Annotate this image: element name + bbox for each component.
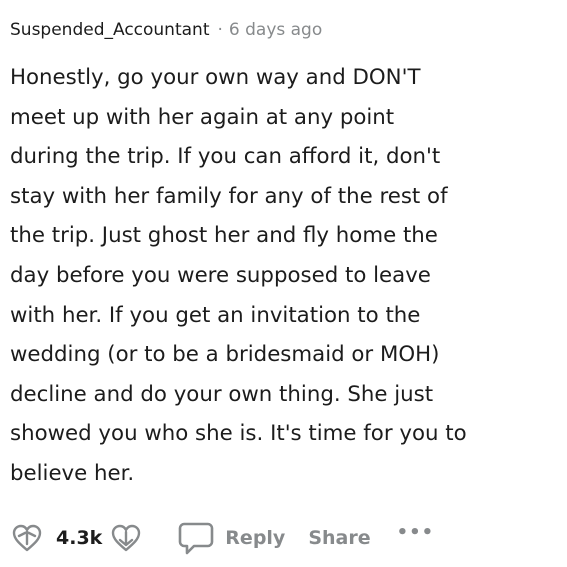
comment-text-line: with her. If you get an invitation to th… bbox=[10, 302, 421, 328]
comment-text-line: wedding (or to be a bridesmaid or MOH) bbox=[10, 342, 440, 368]
comment: Suspended_Accountant · 6 days ago Honest… bbox=[0, 0, 567, 567]
upvote-icon[interactable] bbox=[10, 523, 44, 553]
comment-body: Honestly, go your own way and DON'T meet… bbox=[10, 58, 550, 494]
downvote-icon[interactable] bbox=[110, 523, 142, 553]
username-link[interactable]: Suspended_Accountant bbox=[10, 20, 209, 40]
timestamp[interactable]: 6 days ago bbox=[229, 20, 322, 40]
reply-button[interactable]: Reply bbox=[177, 520, 285, 556]
share-button[interactable]: Share bbox=[308, 527, 370, 549]
comment-text-line: during the trip. If you can afford it, d… bbox=[10, 144, 441, 170]
more-options-button[interactable]: ••• bbox=[397, 522, 435, 543]
comment-text-line: Honestly, go your own way and DON'T bbox=[10, 65, 421, 90]
comment-actions: 4.3k Reply Share ••• bbox=[10, 516, 434, 560]
comment-text-line: decline and do your own thing. She just bbox=[10, 381, 434, 407]
comment-text-line: stay with her family for any of the rest… bbox=[10, 183, 448, 209]
vote-count: 4.3k bbox=[56, 527, 103, 549]
comment-text-line: meet up with her again at any point bbox=[10, 104, 395, 130]
comment-text-line: showed you who she is. It's time for you… bbox=[10, 421, 467, 447]
comment-bubble-icon bbox=[177, 520, 215, 556]
meta-separator: · bbox=[217, 20, 223, 40]
comment-text-line: day before you were supposed to leave bbox=[10, 262, 431, 288]
comment-text-line: believe her. bbox=[10, 460, 135, 486]
share-label: Share bbox=[308, 527, 371, 549]
comment-text-line: the trip. Just ghost her and fly home th… bbox=[10, 223, 438, 249]
comment-meta: Suspended_Accountant · 6 days ago bbox=[10, 16, 557, 44]
reply-label: Reply bbox=[225, 527, 286, 549]
